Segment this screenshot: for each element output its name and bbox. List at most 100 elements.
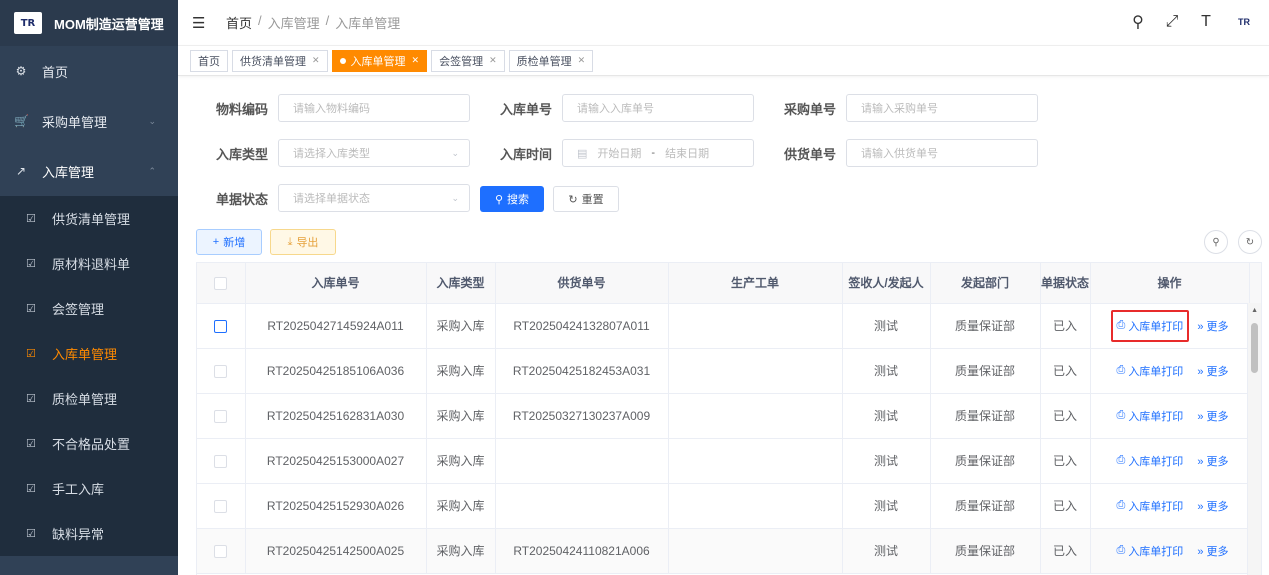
add-button[interactable]: + 新增	[196, 229, 262, 255]
cell-type: 采购入库	[426, 528, 496, 574]
table-row: RT20250425153000A027 采购入库 测试 质量保证部 已入 ⎙ 入库单打…	[197, 438, 1261, 484]
print-inbound-button[interactable]: ⎙ 入库单打印	[1111, 535, 1190, 567]
tab-label: 供货清单管理	[240, 55, 306, 68]
sidebar-item-home[interactable]: ⚙ 首页	[0, 46, 178, 96]
more-button[interactable]: » 更多	[1197, 543, 1228, 559]
more-button[interactable]: » 更多	[1197, 318, 1228, 334]
reset-button[interactable]: ↻ 重置	[553, 186, 619, 212]
row-select-cell	[197, 483, 246, 529]
row-checkbox[interactable]	[214, 409, 228, 423]
scrollbar-thumb[interactable]	[1251, 323, 1258, 373]
form-item-inbound-no: 入库单号 请输入入库单号	[462, 94, 754, 122]
cell-status: 已入	[1040, 438, 1091, 484]
search-button[interactable]: ⚲ 搜索	[480, 186, 544, 212]
double-chevron-icon: »	[1197, 545, 1204, 558]
breadcrumb-separator: /	[325, 13, 330, 28]
select-placeholder: 请选择入库类型	[293, 148, 370, 160]
doc-status-select[interactable]: 请选择单据状态 ⌄	[278, 184, 470, 212]
print-inbound-button[interactable]: ⎙ 入库单打印	[1111, 445, 1190, 477]
more-button[interactable]: » 更多	[1197, 453, 1228, 469]
printer-icon: ⎙	[1116, 409, 1126, 421]
purchase-no-input[interactable]: 请输入采购单号	[846, 94, 1038, 122]
more-button[interactable]: » 更多	[1197, 408, 1228, 424]
sidebar-item-manual-inbound[interactable]: ☑ 手工入库	[0, 466, 178, 511]
refresh-table-button[interactable]: ↻	[1238, 230, 1262, 254]
inbound-time-range[interactable]: ▤ 开始日期 - 结束日期	[562, 139, 754, 167]
scroll-up-icon[interactable]: ▲	[1251, 307, 1258, 314]
supply-no-input[interactable]: 请输入供货单号	[846, 139, 1038, 167]
font-size-icon[interactable]: T	[1197, 13, 1215, 31]
row-checkbox[interactable]	[214, 544, 228, 558]
close-icon[interactable]: ✕	[412, 55, 420, 66]
column-header: 生产工单	[668, 263, 843, 304]
printer-icon: ⎙	[1116, 499, 1126, 511]
print-inbound-button[interactable]: ⎙ 入库单打印	[1111, 490, 1190, 522]
inbound-no-input[interactable]: 请输入入库单号	[562, 94, 754, 122]
menu-toggle-icon[interactable]: ☰	[192, 14, 210, 32]
close-icon[interactable]: ✕	[312, 55, 320, 66]
row-checkbox[interactable]	[214, 454, 228, 468]
tab-supply-list[interactable]: 供货清单管理 ✕	[232, 49, 328, 72]
more-button[interactable]: » 更多	[1197, 363, 1228, 379]
sidebar-item-inbound[interactable]: ↗ 入库管理 ⌃	[0, 146, 178, 196]
cell-dept: 质量保证部	[930, 393, 1041, 439]
end-date: 结束日期	[665, 148, 710, 160]
export-button[interactable]: ⤓ 导出	[270, 229, 336, 255]
row-checkbox[interactable]	[214, 364, 228, 378]
form-item-material-code: 物料编码 请输入物料编码	[178, 94, 470, 122]
printer-icon: ⎙	[1116, 544, 1126, 556]
sidebar-item-shortage[interactable]: ☑ 缺料异常	[0, 511, 178, 556]
sidebar-submenu: ☑ 供货清单管理 ☑ 原材料退料单 ☑ 会签管理 ☑ 入库单管理 ☑ 质检单管理 ☑ 不合格…	[0, 196, 178, 556]
sidebar-item-label: 首页	[42, 64, 69, 80]
top-header: ☰ 首页 / 入库管理 / 入库单管理 ⚲ ⤢ T TR	[178, 0, 1269, 46]
form-item-purchase-no: 采购单号 请输入采购单号	[746, 94, 1038, 122]
operation-cell: ⎙ 入库单打印 » 更多	[1090, 528, 1250, 574]
sidebar-item-inbound-order[interactable]: ☑ 入库单管理	[0, 331, 178, 376]
print-inbound-button[interactable]: ⎙ 入库单打印	[1111, 400, 1190, 432]
tab-inbound-order[interactable]: 入库单管理 ✕	[331, 49, 428, 72]
search-icon[interactable]: ⚲	[1129, 12, 1147, 32]
cell-dept: 质量保证部	[930, 303, 1041, 349]
close-icon[interactable]: ✕	[578, 55, 586, 66]
print-inbound-button[interactable]: ⎙ 入库单打印	[1110, 309, 1190, 342]
cell-signer: 测试	[842, 393, 931, 439]
tab-countersign[interactable]: 会签管理 ✕	[431, 49, 505, 72]
cell-no: RT20250427145924A011	[245, 303, 427, 349]
material-code-input[interactable]: 请输入物料编码	[278, 94, 470, 122]
download-icon: ⤓	[287, 235, 293, 248]
cell-dept: 质量保证部	[930, 438, 1041, 484]
sidebar-item-material-return[interactable]: ☑ 原材料退料单	[0, 241, 178, 286]
sidebar-item-supply-list[interactable]: ☑ 供货清单管理	[0, 196, 178, 241]
sidebar-item-label: 质检单管理	[52, 392, 118, 407]
fullscreen-icon[interactable]: ⤢	[1163, 13, 1181, 31]
column-header: 签收人/发起人	[842, 263, 931, 304]
breadcrumb-home[interactable]: 首页	[226, 13, 252, 32]
tab-quality-check[interactable]: 质检单管理 ✕	[508, 49, 594, 72]
more-button[interactable]: » 更多	[1197, 498, 1228, 514]
range-separator: -	[651, 147, 656, 159]
select-all-checkbox[interactable]	[214, 276, 228, 290]
chevron-down-icon: ⌄	[148, 115, 156, 126]
cell-no: RT20250425162831A030	[245, 393, 427, 439]
calendar-icon: ▤	[577, 147, 588, 160]
sidebar-item-purchase[interactable]: 🛒 采购单管理 ⌄	[0, 96, 178, 146]
toggle-search-button[interactable]: ⚲	[1204, 230, 1228, 254]
row-checkbox[interactable]	[214, 319, 228, 333]
print-inbound-button[interactable]: ⎙ 入库单打印	[1111, 355, 1190, 387]
cart-icon: 🛒	[14, 114, 29, 128]
double-chevron-icon: »	[1197, 320, 1204, 333]
sidebar-item-quality-check[interactable]: ☑ 质检单管理	[0, 376, 178, 421]
sidebar-item-countersign[interactable]: ☑ 会签管理	[0, 286, 178, 331]
search-icon: ⚲	[494, 193, 504, 206]
cell-supply	[495, 483, 669, 529]
checkbox-icon: ☑	[26, 348, 36, 360]
close-icon[interactable]: ✕	[489, 55, 497, 66]
avatar[interactable]: TR	[1231, 13, 1257, 31]
inbound-type-select[interactable]: 请选择入库类型 ⌄	[278, 139, 470, 167]
tab-home[interactable]: 首页	[190, 49, 228, 72]
row-checkbox[interactable]	[214, 499, 228, 513]
cell-status: 已入	[1040, 528, 1091, 574]
operation-cell: ⎙ 入库单打印 » 更多	[1090, 303, 1250, 349]
field-label: 单据状态	[215, 191, 268, 207]
sidebar-item-nonconforming[interactable]: ☑ 不合格品处置	[0, 421, 178, 466]
